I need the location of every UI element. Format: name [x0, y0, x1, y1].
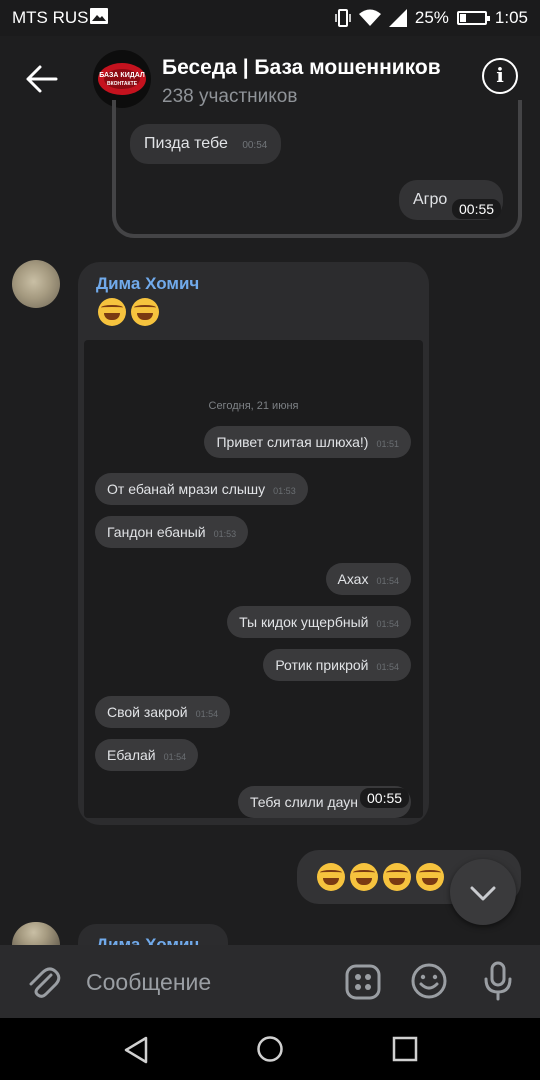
video-duration: 00:55 [452, 199, 502, 219]
screenshot-bubble-time: 01:54 [376, 576, 399, 586]
screenshot-bubble-text: Привет слитая шлюха!) [216, 434, 369, 450]
emoji-row [98, 298, 164, 326]
message-composer: Сообщение [0, 945, 540, 1018]
microphone-icon[interactable] [481, 961, 515, 1001]
rofl-emoji-icon [416, 862, 444, 891]
screenshot-bubble-text: Тебя слили даун [250, 794, 358, 810]
screenshot-bubble-text: Гандон ебаный [107, 524, 206, 540]
screenshot-bubble-text: Ты кидок ущербный [239, 614, 369, 630]
back-arrow-icon[interactable] [22, 62, 62, 96]
rofl-emoji-icon [350, 862, 378, 891]
chat-title[interactable]: Беседа | База мошенников [162, 56, 462, 80]
emoji-icon[interactable] [410, 962, 448, 1000]
android-nav-bar [0, 1018, 540, 1080]
video-duration: 00:55 [360, 788, 410, 808]
clock: 1:05 [494, 8, 528, 27]
screenshot-bubble: Ебалай 01:54 [95, 739, 199, 771]
nav-recents-icon[interactable] [392, 1036, 418, 1062]
message-text: Пизда тебе [144, 135, 228, 152]
screenshot-bubble-text: Ахах [337, 571, 369, 587]
sender-name: Дима Хомич [96, 935, 200, 945]
screenshot-bubble-time: 01:54 [163, 752, 187, 762]
message-bubble[interactable]: Пизда тебе 00:54 [130, 124, 282, 164]
screenshot-bubble-text: От ебанай мрази слышу [107, 481, 266, 497]
rofl-emoji-icon [317, 862, 345, 891]
screenshot-bubble-text: Свой закрой [107, 704, 188, 720]
rofl-emoji-icon [131, 298, 159, 326]
battery-percent: 25% [414, 8, 449, 27]
nav-home-icon[interactable] [256, 1035, 284, 1063]
message-input[interactable]: Сообщение [86, 969, 211, 996]
stickers-icon[interactable] [345, 964, 381, 1000]
screenshot-bubble: Привет слитая шлюха!) 01:51 [204, 426, 411, 458]
nav-back-icon[interactable] [122, 1035, 150, 1065]
avatar[interactable] [12, 260, 60, 308]
vibrate-icon [335, 9, 351, 27]
status-right: 25% 1:05 [335, 8, 528, 28]
paperclip-icon[interactable] [24, 963, 62, 1001]
image-notification-icon [90, 8, 108, 24]
screenshot-bubble-time: 01:53 [273, 486, 296, 496]
screenshot-bubble-time: 01:54 [376, 619, 399, 629]
next-message-card[interactable]: Дима Хомич [78, 924, 228, 945]
message-time: 00:54 [242, 140, 268, 151]
screenshot-bubble: Ротик прикрой 01:54 [263, 649, 411, 681]
screenshot-bubble: Свой закрой 01:54 [95, 696, 231, 728]
screenshot-bubble: Ты кидок ущербный 01:54 [227, 606, 411, 638]
battery-icon [456, 11, 490, 25]
video-text: Агро [413, 191, 448, 208]
status-bar: MTS RUS 25% 1:05 [0, 0, 540, 36]
screenshot-bubble: От ебанай мрази слышу 01:53 [95, 473, 308, 505]
rofl-emoji-icon [383, 862, 411, 891]
screenshot-bubble-time: 01:53 [213, 529, 237, 539]
avatar[interactable] [12, 922, 60, 945]
info-icon[interactable]: i [482, 58, 518, 94]
screenshot-bubble-text: Ебалай [107, 747, 156, 763]
wifi-icon [358, 9, 381, 26]
rofl-emoji-icon [98, 298, 126, 326]
screenshot-bubble: Ахах 01:54 [325, 563, 411, 595]
screenshot-bubble-time: 01:51 [376, 439, 399, 449]
carrier-label: MTS RUS [12, 8, 89, 27]
screenshot-bubble: Гандон ебаный 01:53 [95, 516, 249, 548]
screenshot-bubble-time: 01:54 [376, 662, 399, 672]
screenshot-date: Сегодня, 21 июня [208, 400, 299, 412]
chevron-down-icon [470, 886, 496, 901]
signal-icon [388, 9, 407, 27]
screenshot-bubble-time: 01:54 [195, 709, 219, 719]
screenshot-bubble-text: Ротик прикрой [275, 657, 369, 673]
sender-name[interactable]: Дима Хомич [96, 274, 199, 294]
scroll-down-button[interactable] [450, 859, 516, 925]
